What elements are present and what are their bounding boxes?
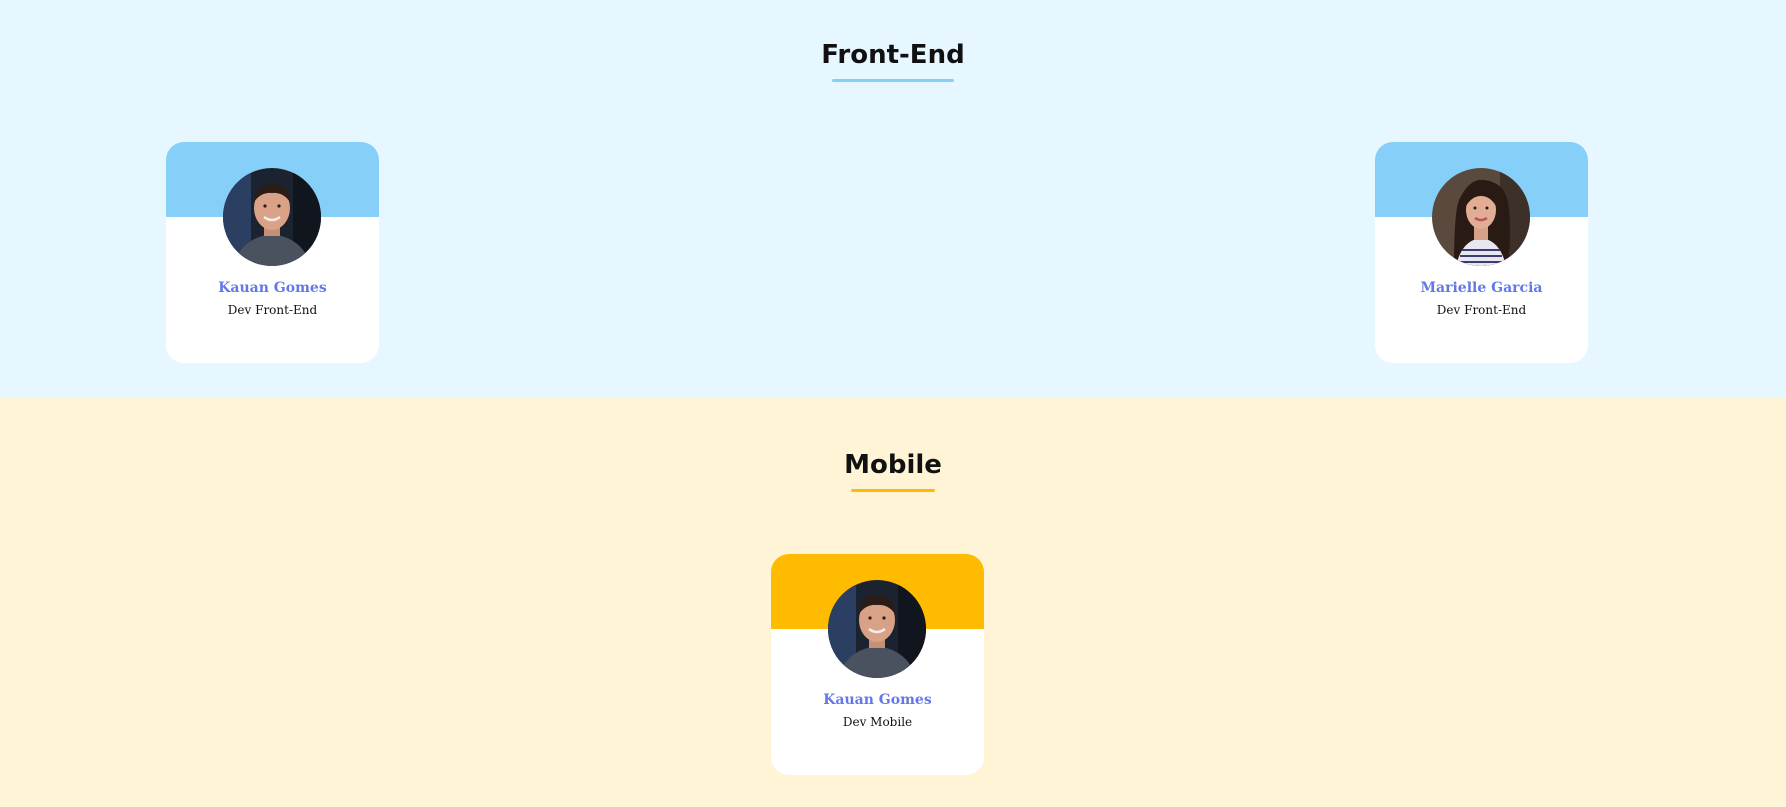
team-card-kauan-gomes-mobile[interactable]: Kauan Gomes Dev Mobile [771, 554, 984, 775]
mobile-section: Mobile Kauan Gomes Dev Mobile [0, 398, 1786, 807]
member-name: Marielle Garcia [1420, 280, 1543, 296]
member-role: Dev Front-End [1436, 303, 1527, 317]
member-role: Dev Front-End [227, 303, 318, 317]
frontend-section: Front-End Kauan Gomes Dev Front-End Mari… [0, 0, 1786, 398]
section-title-mobile: Mobile [844, 450, 942, 480]
member-name: Kauan Gomes [218, 280, 327, 296]
member-name: Kauan Gomes [823, 692, 932, 708]
member-role: Dev Mobile [842, 715, 913, 729]
male-portrait-icon [828, 580, 926, 678]
section-title-underline [851, 489, 935, 492]
section-title-underline [832, 79, 954, 82]
team-card-kauan-gomes-frontend[interactable]: Kauan Gomes Dev Front-End [166, 142, 379, 363]
female-portrait-icon [1432, 168, 1530, 266]
male-portrait-icon [223, 168, 321, 266]
section-title-frontend: Front-End [821, 40, 965, 70]
team-card-marielle-garcia[interactable]: Marielle Garcia Dev Front-End [1375, 142, 1588, 363]
